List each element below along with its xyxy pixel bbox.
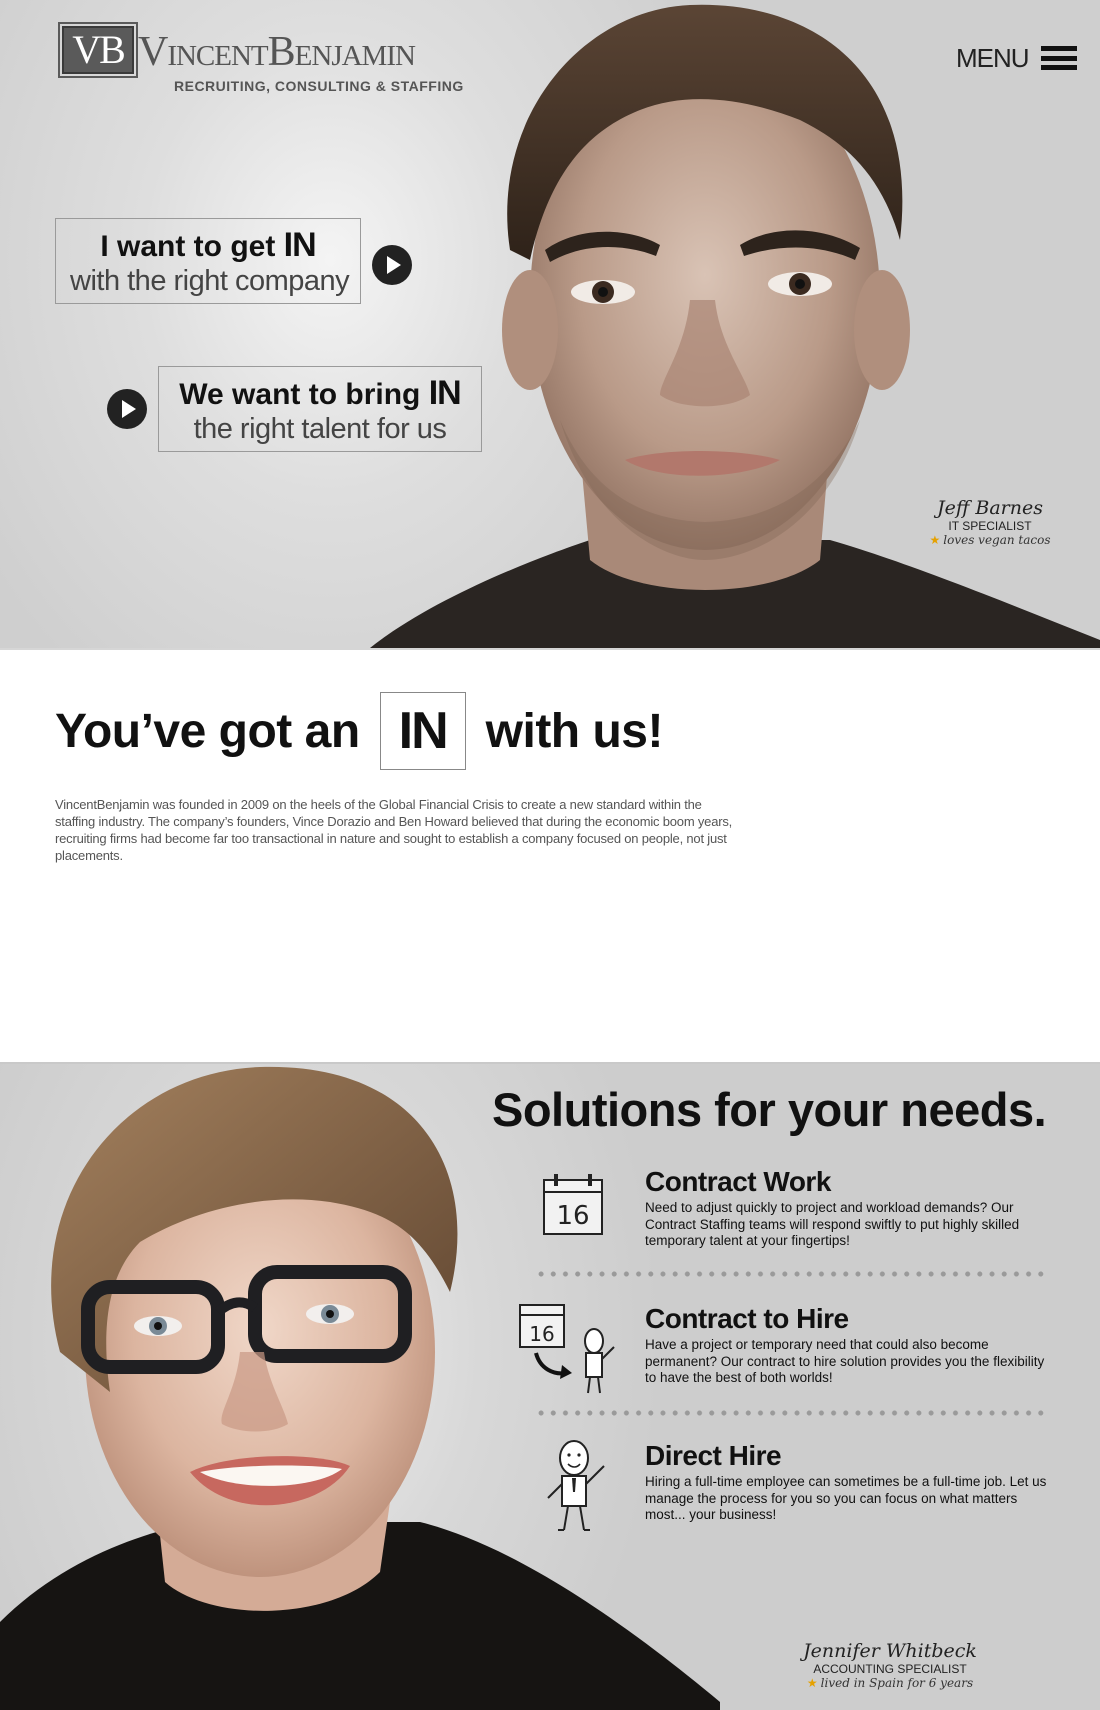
caption-name: Jennifer Whitbeck bbox=[803, 1640, 977, 1662]
about-heading: You’ve got an IN with us! bbox=[55, 692, 663, 770]
calendar-icon: 16 bbox=[543, 1174, 603, 1235]
logo[interactable]: VB VincentBenjamin RECRUITING, CONSULTIN… bbox=[58, 22, 482, 96]
caption-name: Jeff Barnes bbox=[937, 497, 1043, 519]
menu-label: MENU bbox=[956, 42, 1030, 73]
star-icon: ★ bbox=[929, 533, 941, 547]
solutions-caption: Jennifer Whitbeck ACCOUNTING SPECIALIST … bbox=[790, 1640, 990, 1690]
caption-fact-text: loves vegan tacos bbox=[943, 533, 1051, 547]
cta-candidate-in: IN bbox=[283, 226, 317, 264]
cta-employer-line1: We want to bring bbox=[179, 378, 421, 411]
calendar-day: 16 bbox=[556, 1201, 589, 1231]
hero-portrait-jeff bbox=[370, 4, 1100, 648]
caption-fact: ★ loves vegan tacos bbox=[925, 533, 1055, 547]
cta-candidate[interactable]: I want to get IN with the right company bbox=[55, 218, 361, 304]
dotted-divider bbox=[535, 1271, 1050, 1277]
cta-employer-in: IN bbox=[428, 374, 462, 412]
cta-candidate-play-button[interactable] bbox=[372, 245, 412, 285]
logo-name: VincentBenjamin bbox=[138, 29, 416, 75]
caption-fact: ★ lived in Spain for 6 years bbox=[790, 1676, 990, 1690]
solution-contract-work[interactable]: 16 Contract Work Need to adjust quickly … bbox=[514, 1166, 1054, 1266]
cta-employer-play-button[interactable] bbox=[107, 389, 147, 429]
solution-direct-hire[interactable]: Direct Hire Hiring a full-time employee … bbox=[514, 1440, 1054, 1540]
star-icon: ★ bbox=[806, 1676, 818, 1690]
logo-mark: VB bbox=[58, 22, 138, 78]
hero-caption: Jeff Barnes IT SPECIALIST ★ loves vegan t… bbox=[925, 497, 1055, 547]
about-section: You’ve got an IN with us! VincentBenjami… bbox=[0, 650, 1100, 1062]
cta-employer-headline: We want to bring IN bbox=[173, 374, 467, 413]
about-body: VincentBenjamin was founded in 2009 on t… bbox=[55, 797, 733, 863]
about-heading-after: with us! bbox=[485, 704, 664, 758]
about-heading-before: You’ve got an bbox=[55, 704, 360, 758]
cta-candidate-subline: with the right company bbox=[70, 265, 350, 297]
solution-name: Direct Hire bbox=[645, 1440, 782, 1471]
cta-employer[interactable]: We want to bring IN the right talent for… bbox=[158, 366, 482, 452]
solution-description: Hiring a full-time employee can sometime… bbox=[645, 1474, 1047, 1522]
logo-tagline: RECRUITING, CONSULTING & STAFFING bbox=[174, 78, 464, 94]
in-badge: IN bbox=[379, 692, 466, 770]
hero-section: VB VincentBenjamin RECRUITING, CONSULTIN… bbox=[0, 0, 1100, 648]
caption-role: IT SPECIALIST bbox=[948, 519, 1032, 533]
caption-fact-text: lived in Spain for 6 years bbox=[820, 1676, 974, 1690]
cta-candidate-headline: I want to get IN bbox=[70, 226, 346, 265]
solution-contract-to-hire[interactable]: 16 Contract to Hire Have a project or te… bbox=[514, 1303, 1054, 1403]
cta-employer-subline: the right talent for us bbox=[193, 413, 447, 445]
section-divider bbox=[0, 1062, 1100, 1064]
solution-name: Contract to Hire bbox=[645, 1303, 849, 1334]
calendar-to-person-icon: 16 bbox=[519, 1304, 615, 1394]
menu-button[interactable]: MENU bbox=[956, 42, 1077, 74]
dotted-divider bbox=[535, 1410, 1050, 1416]
cta-candidate-line1: I want to get bbox=[100, 230, 276, 263]
caption-role: ACCOUNTING SPECIALIST bbox=[813, 1662, 967, 1676]
calendar-day: 16 bbox=[529, 1322, 554, 1346]
solution-name: Contract Work bbox=[645, 1166, 831, 1197]
solution-description: Have a project or temporary need that co… bbox=[645, 1337, 1045, 1385]
solution-description: Need to adjust quickly to project and wo… bbox=[645, 1200, 1020, 1248]
person-icon bbox=[547, 1440, 605, 1531]
hamburger-icon bbox=[1040, 46, 1077, 70]
solutions-title: Solutions for your needs. bbox=[492, 1083, 1047, 1136]
